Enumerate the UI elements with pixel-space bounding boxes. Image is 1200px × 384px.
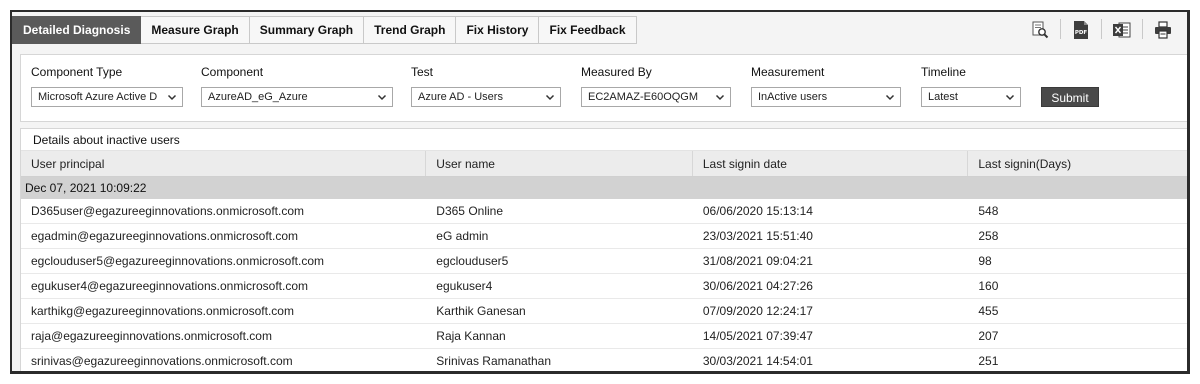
- cell-last-signin-days: 258: [978, 229, 999, 243]
- cell-last-signin-date: 30/06/2021 04:27:26: [702, 279, 813, 293]
- column-header-last-signin-date[interactable]: Last signin date: [693, 151, 969, 176]
- cell-user-name: egukuser4: [436, 279, 493, 293]
- measured-by-field: Measured By EC2AMAZ-E60OQGM: [581, 65, 731, 107]
- excel-icon[interactable]: [1110, 19, 1134, 41]
- measured-by-select[interactable]: EC2AMAZ-E60OQGM: [581, 87, 731, 107]
- component-value: AzureAD_eG_Azure: [208, 91, 308, 103]
- toolbar: PDF: [1028, 19, 1175, 41]
- cell-user-name: Karthik Ganesan: [436, 304, 526, 318]
- tab-fix-feedback[interactable]: Fix Feedback: [539, 16, 637, 44]
- toolbar-divider: [1060, 19, 1061, 39]
- cell-user-principal: karthikg@egazureeginnovations.onmicrosof…: [31, 304, 294, 318]
- column-header-user-name[interactable]: User name: [426, 151, 693, 176]
- details-table: Details about inactive users User princi…: [20, 128, 1187, 371]
- toolbar-divider: [1142, 19, 1143, 39]
- cell-user-principal: egadmin@egazureeginnovations.onmicrosoft…: [31, 229, 298, 243]
- cell-last-signin-date: 07/09/2020 12:24:17: [702, 304, 813, 318]
- cell-last-signin-days: 207: [978, 329, 999, 343]
- table-row: egukuser4@egazureeginnovations.onmicroso…: [21, 274, 1187, 299]
- tab-fix-history[interactable]: Fix History: [456, 16, 540, 44]
- search-report-icon[interactable]: [1028, 19, 1052, 41]
- cell-user-principal: D365user@egazureeginnovations.onmicrosof…: [31, 204, 304, 218]
- measurement-select[interactable]: InActive users: [751, 87, 901, 107]
- chevron-down-icon: [885, 94, 895, 101]
- test-value: Azure AD - Users: [418, 91, 503, 103]
- component-field: Component AzureAD_eG_Azure: [201, 65, 393, 107]
- measured-by-label: Measured By: [581, 65, 652, 79]
- cell-user-name: egclouduser5: [436, 254, 509, 268]
- test-field: Test Azure AD - Users: [411, 65, 561, 107]
- diagnosis-window: Detailed Diagnosis Measure Graph Summary…: [10, 10, 1190, 374]
- component-label: Component: [201, 65, 264, 79]
- chevron-down-icon: [377, 94, 387, 101]
- chevron-down-icon: [715, 94, 725, 101]
- cell-last-signin-date: 30/03/2021 14:54:01: [702, 354, 813, 368]
- measured-by-value: EC2AMAZ-E60OQGM: [588, 91, 699, 103]
- component-type-select[interactable]: Microsoft Azure Active D: [31, 87, 183, 107]
- cell-user-name: D365 Online: [436, 204, 504, 218]
- chevron-down-icon: [167, 94, 177, 101]
- submit-button[interactable]: Submit: [1041, 87, 1099, 107]
- table-row: egclouduser5@egazureeginnovations.onmicr…: [21, 249, 1187, 274]
- cell-last-signin-days: 160: [978, 279, 999, 293]
- cell-user-principal: egukuser4@egazureeginnovations.onmicroso…: [31, 279, 309, 293]
- tab-trend-graph[interactable]: Trend Graph: [364, 16, 457, 44]
- group-row-timestamp: Dec 07, 2021 10:09:22: [21, 177, 1187, 199]
- test-select[interactable]: Azure AD - Users: [411, 87, 561, 107]
- cell-last-signin-date: 31/08/2021 09:04:21: [702, 254, 813, 268]
- cell-last-signin-days: 98: [978, 254, 992, 268]
- tab-measure-graph[interactable]: Measure Graph: [141, 16, 250, 44]
- measurement-label: Measurement: [751, 65, 825, 79]
- table-row: karthikg@egazureeginnovations.onmicrosof…: [21, 299, 1187, 324]
- cell-user-principal: egclouduser5@egazureeginnovations.onmicr…: [31, 254, 325, 268]
- cell-user-name: Raja Kannan: [436, 329, 506, 343]
- component-type-field: Component Type Microsoft Azure Active D: [31, 65, 183, 107]
- table-caption: Details about inactive users: [21, 129, 1187, 151]
- table-row: srinivas@egazureeginnovations.onmicrosof…: [21, 349, 1187, 371]
- test-label: Test: [411, 65, 434, 79]
- measurement-field: Measurement InActive users: [751, 65, 901, 107]
- chevron-down-icon: [545, 94, 555, 101]
- pdf-icon[interactable]: PDF: [1069, 19, 1093, 41]
- timeline-field: Timeline Latest: [921, 65, 1021, 107]
- cell-last-signin-date: 14/05/2021 07:39:47: [702, 329, 813, 343]
- cell-user-name: Srinivas Ramanathan: [436, 354, 552, 368]
- filter-panel: Component Type Microsoft Azure Active D …: [20, 54, 1187, 122]
- cell-user-principal: raja@egazureeginnovations.onmicrosoft.co…: [31, 329, 272, 343]
- column-header-last-signin-days[interactable]: Last signin(Days): [968, 151, 1187, 176]
- cell-last-signin-date: 06/06/2020 15:13:14: [702, 204, 813, 218]
- pdf-icon-text: PDF: [1075, 30, 1088, 36]
- component-select[interactable]: AzureAD_eG_Azure: [201, 87, 393, 107]
- component-type-label: Component Type: [31, 65, 123, 79]
- timeline-label: Timeline: [921, 65, 966, 79]
- table-row: D365user@egazureeginnovations.onmicrosof…: [21, 199, 1187, 224]
- tab-detailed-diagnosis[interactable]: Detailed Diagnosis: [12, 16, 142, 44]
- component-type-value: Microsoft Azure Active D: [38, 91, 158, 103]
- cell-last-signin-days: 455: [978, 304, 999, 318]
- print-icon[interactable]: [1151, 19, 1175, 41]
- chevron-down-icon: [1005, 94, 1015, 101]
- cell-last-signin-days: 251: [978, 354, 999, 368]
- column-header-user-principal[interactable]: User principal: [21, 151, 427, 176]
- tab-bar: Detailed Diagnosis Measure Graph Summary…: [12, 16, 637, 44]
- measurement-value: InActive users: [758, 91, 828, 103]
- cell-user-principal: srinivas@egazureeginnovations.onmicrosof…: [31, 354, 293, 368]
- timeline-select[interactable]: Latest: [921, 87, 1021, 107]
- timeline-value: Latest: [928, 91, 958, 103]
- tab-summary-graph[interactable]: Summary Graph: [249, 16, 365, 44]
- table-header: User principal User name Last signin dat…: [21, 151, 1187, 177]
- toolbar-divider: [1101, 19, 1102, 39]
- cell-user-name: eG admin: [436, 229, 489, 243]
- table-row: raja@egazureeginnovations.onmicrosoft.co…: [21, 324, 1187, 349]
- table-row: egadmin@egazureeginnovations.onmicrosoft…: [21, 224, 1187, 249]
- cell-last-signin-days: 548: [978, 204, 999, 218]
- cell-last-signin-date: 23/03/2021 15:51:40: [702, 229, 813, 243]
